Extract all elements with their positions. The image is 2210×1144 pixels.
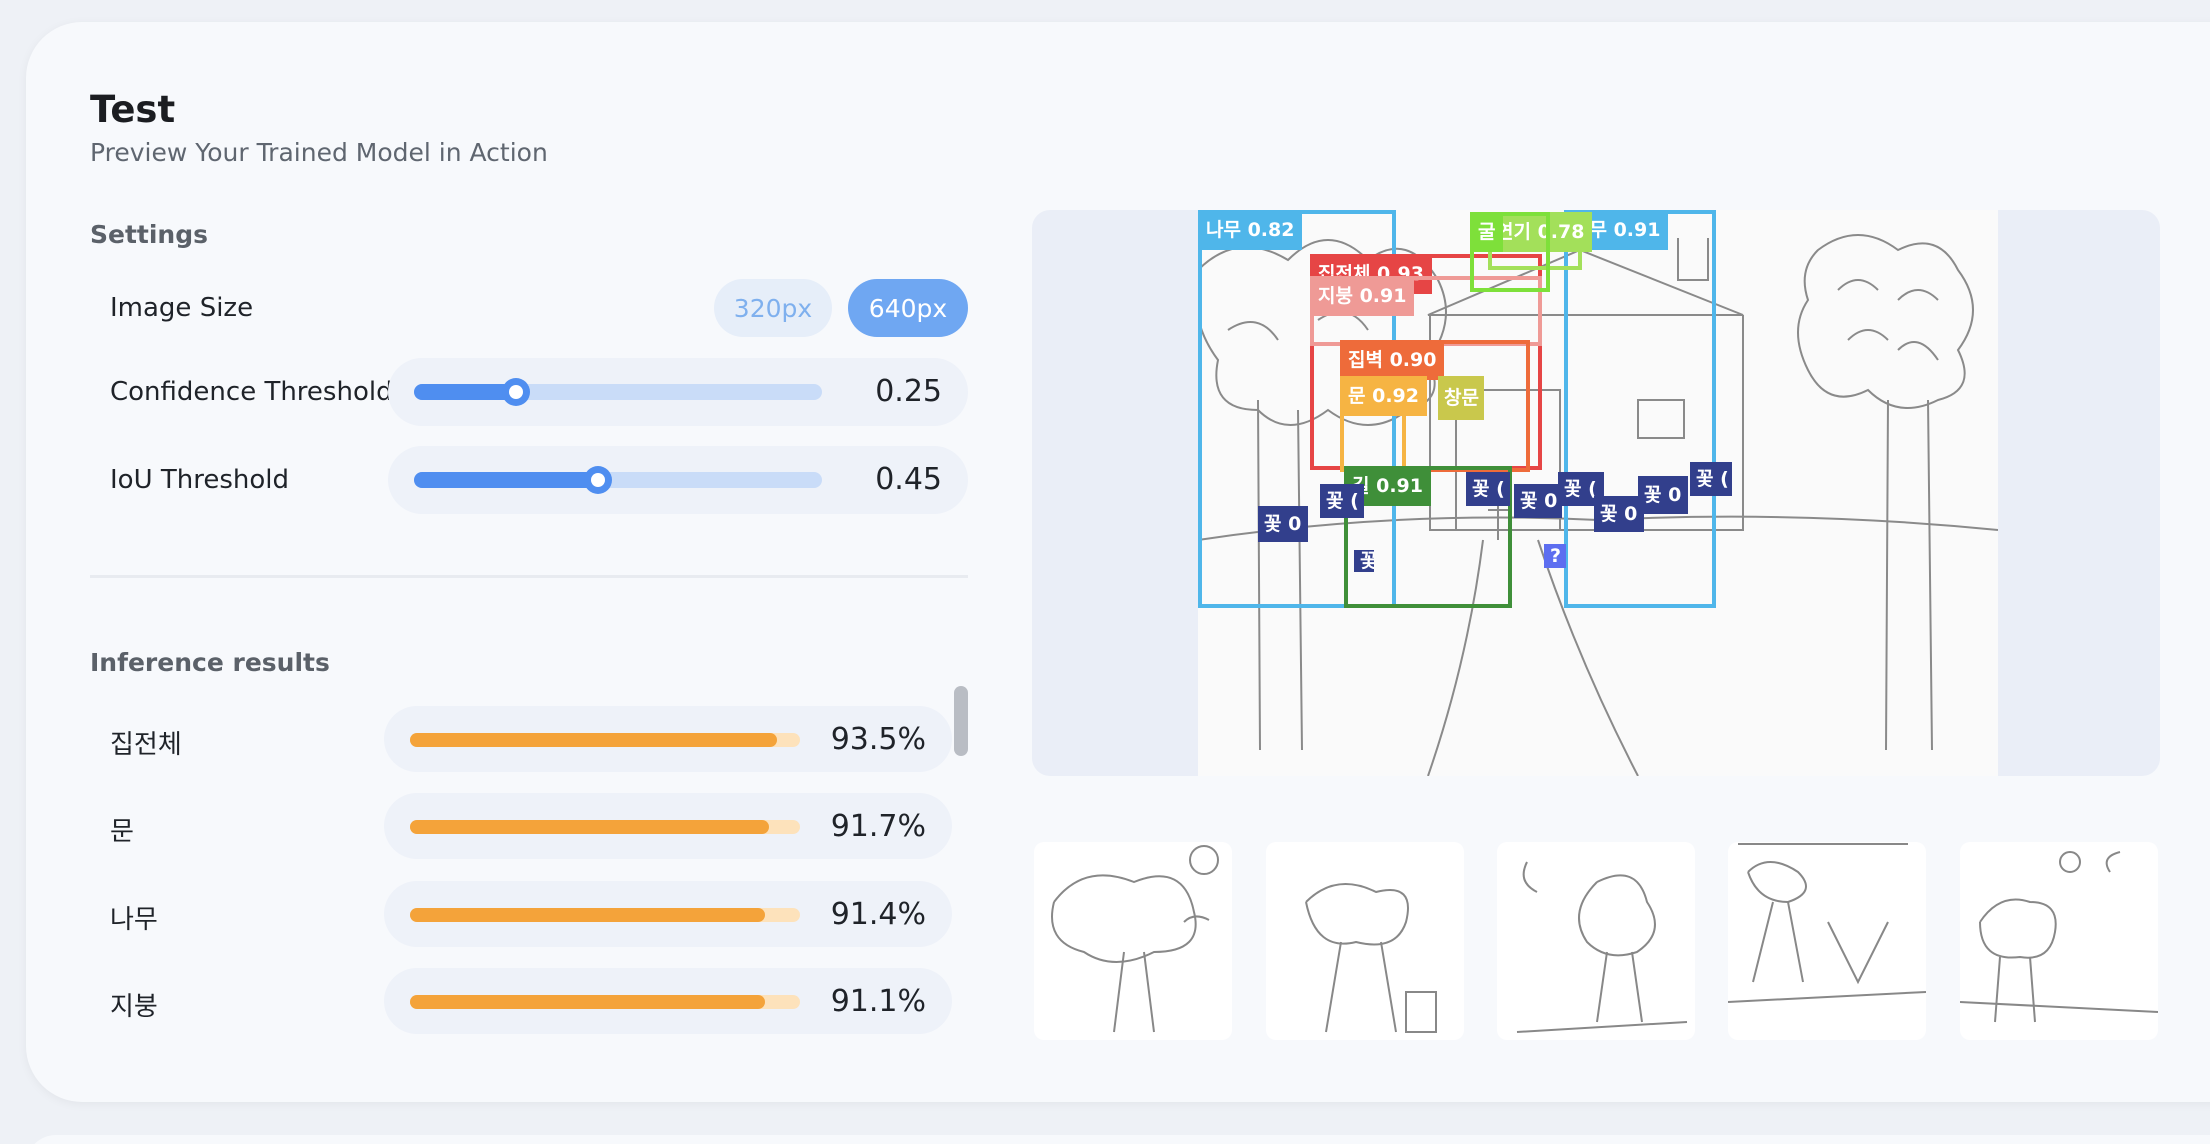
detection-label: 창문 0 [1438, 376, 1484, 420]
result-value: 91.1% [830, 984, 926, 1019]
thumbnail-drawing [1728, 843, 1926, 1003]
thumbnail-4[interactable] [1728, 842, 1926, 1040]
result-fill [410, 995, 765, 1009]
confidence-slider[interactable]: 0.25 [388, 358, 968, 426]
detection-label: 굴 [1470, 212, 1504, 252]
detection-label: ? [1544, 544, 1566, 568]
size-320-button[interactable]: 320px [714, 279, 832, 337]
detection-box [1564, 210, 1716, 608]
detection-label: 꽃 0 [1594, 496, 1644, 532]
detection-label: 문 0.92 [1340, 376, 1427, 416]
iou-value: 0.45 [875, 462, 942, 497]
detection-label: 꽃 0 [1514, 484, 1562, 518]
detection-label: 나무 0.82 [1198, 210, 1303, 250]
thumbnail-3[interactable] [1497, 842, 1695, 1040]
thumbnail-5[interactable] [1960, 842, 2158, 1040]
result-fill [410, 908, 765, 922]
result-value: 93.5% [830, 722, 926, 757]
result-label: 지붕 [110, 992, 158, 1022]
result-label: 문 [110, 817, 134, 847]
result-value: 91.4% [830, 897, 926, 932]
detection-label: 꽃 0 [1258, 506, 1308, 542]
detection-label: 꽃 [1354, 550, 1374, 572]
iou-slider[interactable]: 0.45 [388, 446, 968, 514]
detection-label: 꽃 ( [1320, 484, 1364, 518]
result-bar: 93.5% [384, 706, 952, 772]
results-scrollbar[interactable] [954, 686, 968, 756]
detection-label: 지붕 0.91 [1310, 276, 1415, 316]
detection-label: 꽃 ( [1466, 472, 1510, 506]
iou-track[interactable] [414, 472, 822, 488]
detection-viewer: 나무 0.82 나무 0.91 집전체 0.93 지붕 0.91 집벽 0.90 문 0.… [1032, 210, 2160, 776]
divider [90, 575, 968, 578]
confidence-fill [414, 384, 516, 400]
confidence-label: Confidence Threshold [110, 377, 393, 407]
detection-label: 집벽 0.90 [1340, 340, 1445, 380]
settings-heading: Settings [90, 220, 209, 249]
thumbnail-1[interactable] [1034, 842, 1232, 1040]
confidence-value: 0.25 [875, 374, 942, 409]
iou-fill [414, 472, 598, 488]
thumbnail-drawing [1051, 845, 1219, 1033]
confidence-track[interactable] [414, 384, 822, 400]
size-640-button[interactable]: 640px [848, 279, 968, 337]
thumbnail-drawing [1516, 861, 1688, 1033]
thumbnail-drawing [1960, 851, 2158, 1023]
page-title: Test [90, 88, 176, 131]
result-label: 나무 [110, 905, 158, 935]
iou-label: IoU Threshold [110, 465, 290, 495]
next-panel [26, 1135, 2210, 1144]
result-fill [410, 820, 769, 834]
detection-label: 꽃 ( [1690, 462, 1732, 496]
inference-results-heading: Inference results [90, 648, 330, 677]
page-subtitle: Preview Your Trained Model in Action [90, 138, 548, 167]
result-bar: 91.4% [384, 881, 952, 947]
detection-label: 꽃 0 [1638, 476, 1688, 514]
result-bar: 91.7% [384, 793, 952, 859]
result-label: 집전체 [110, 730, 182, 760]
image-size-label: Image Size [110, 293, 254, 323]
result-value: 91.7% [830, 809, 926, 844]
thumbnail-drawing [1305, 883, 1437, 1033]
thumbnail-2[interactable] [1266, 842, 1464, 1040]
iou-knob[interactable] [584, 466, 612, 494]
result-fill [410, 733, 777, 747]
confidence-knob[interactable] [502, 378, 530, 406]
result-bar: 91.1% [384, 968, 952, 1034]
